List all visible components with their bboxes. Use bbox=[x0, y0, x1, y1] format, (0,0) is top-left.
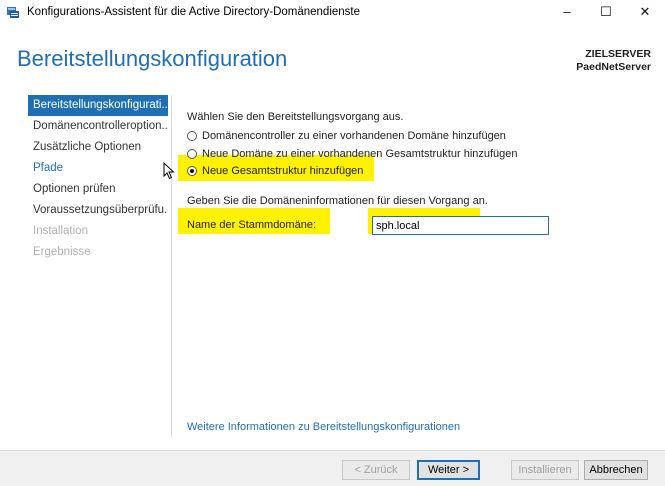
install-button[interactable]: Installieren bbox=[511, 460, 579, 480]
close-button[interactable]: ✕ bbox=[627, 0, 663, 26]
radio-new-forest[interactable]: Neue Gesamtstruktur hinzufügen bbox=[187, 163, 363, 179]
wizard-nav: Bereitstellungskonfigurati... Domänencon… bbox=[28, 95, 168, 263]
nav-item-voraussetzungsueberpruefung[interactable]: Voraussetzungsüberprüfu... bbox=[28, 200, 168, 221]
cancel-button[interactable]: Abbrechen bbox=[584, 460, 648, 480]
server-manager-icon bbox=[7, 7, 19, 18]
target-server-info: ZIELSERVER PaedNetServer bbox=[576, 48, 651, 74]
next-button[interactable]: Weiter > bbox=[417, 460, 480, 480]
radio-label: Domänencontroller zu einer vorhandenen D… bbox=[202, 130, 506, 142]
domain-info-text: Geben Sie die Domäneninformationen für d… bbox=[187, 195, 488, 207]
nav-item-bereitstellungskonfiguration[interactable]: Bereitstellungskonfigurati... bbox=[28, 95, 168, 116]
target-server-label: ZIELSERVER bbox=[585, 48, 651, 60]
nav-divider bbox=[171, 95, 172, 437]
radio-new-domain-existing-forest[interactable]: Neue Domäne zu einer vorhandenen Gesamts… bbox=[187, 146, 518, 162]
radio-button-selected[interactable] bbox=[187, 166, 197, 176]
radio-button[interactable] bbox=[187, 131, 197, 141]
radio-add-dc-existing-domain[interactable]: Domänencontroller zu einer vorhandenen D… bbox=[187, 128, 506, 144]
target-server-name: PaedNetServer bbox=[576, 61, 651, 73]
title-bar: Konfigurations-Assistent für die Active … bbox=[0, 0, 665, 26]
nav-item-optionen-pruefen[interactable]: Optionen prüfen bbox=[28, 179, 168, 200]
back-button[interactable]: < Zurück bbox=[342, 460, 410, 480]
radio-label: Neue Domäne zu einer vorhandenen Gesamts… bbox=[202, 148, 518, 160]
nav-item-ergebnisse: Ergebnisse bbox=[33, 246, 91, 258]
nav-item-domaenencontrolleroptionen[interactable]: Domänencontrolleroption... bbox=[28, 116, 168, 137]
nav-item-installation: Installation bbox=[33, 225, 88, 237]
minimize-button[interactable]: – bbox=[549, 0, 585, 26]
deployment-prompt: Wählen Sie den Bereitstellungsvorgang au… bbox=[187, 111, 404, 123]
page-title: Bereitstellungskonfiguration bbox=[17, 46, 288, 71]
root-domain-input[interactable] bbox=[372, 216, 549, 235]
radio-button[interactable] bbox=[187, 149, 197, 159]
nav-item-zusaetzliche-optionen[interactable]: Zusätzliche Optionen bbox=[28, 137, 168, 158]
window-title: Konfigurations-Assistent für die Active … bbox=[27, 6, 361, 18]
more-info-link[interactable]: Weitere Informationen zu Bereitstellungs… bbox=[187, 421, 460, 433]
nav-item-pfade[interactable]: Pfade bbox=[28, 158, 168, 179]
root-domain-label: Name der Stammdomäne: bbox=[187, 219, 316, 231]
mouse-cursor-icon bbox=[163, 162, 175, 180]
radio-label: Neue Gesamtstruktur hinzufügen bbox=[202, 165, 364, 177]
maximize-button[interactable]: ☐ bbox=[588, 0, 624, 26]
